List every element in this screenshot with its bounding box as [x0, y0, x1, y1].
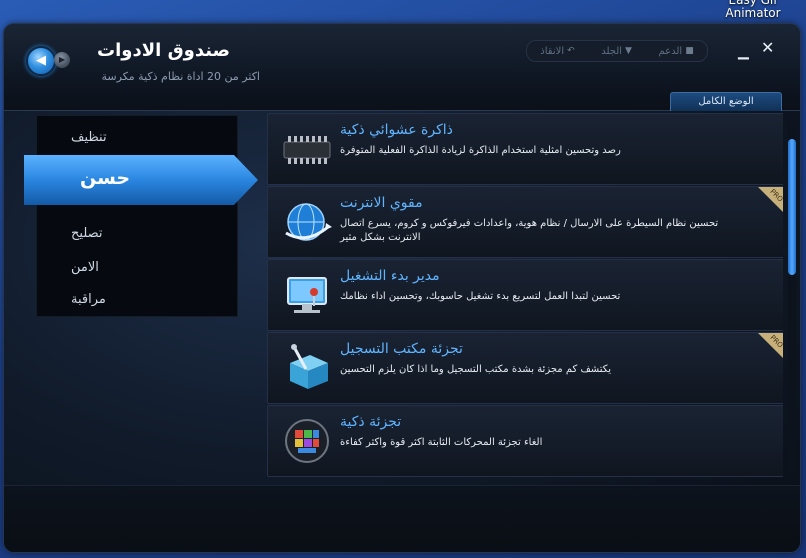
tool-item-internet-booster[interactable]: مقوي الانترنت تحسين نظام السيطرة على الا…: [267, 186, 783, 258]
sidebar-item-optimize[interactable]: حسن: [24, 155, 258, 205]
back-arrow-icon: ◀: [36, 53, 46, 68]
tool-description: تحسين نظام السيطرة على الارسال / نظام هو…: [340, 218, 719, 243]
forward-arrow-icon: ▶: [58, 55, 66, 64]
top-links-bar: ■ الدعم ▼ الجلد ↶ الانقاذ: [526, 40, 708, 62]
tool-title: مقوي الانترنت: [340, 195, 423, 211]
shirt-icon: ▼: [625, 46, 632, 56]
tool-list: ذاكرة عشوائي ذكية رصد وتحسين امثلية استخ…: [267, 113, 783, 477]
tool-title: مدير بدء التشغيل: [340, 268, 440, 284]
footer-area: [4, 485, 800, 552]
tool-item-registry-defrag[interactable]: تجزئة مكتب التسجيل يكتشف كم مجزئة بشدة م…: [267, 332, 783, 404]
title-bar: ◀ ▶ صندوق الادوات اكثر من 20 اداة نظام ذ…: [4, 24, 800, 111]
tool-description: يكتشف كم مجزئة بشدة مكتب التسجيل وما اذا…: [340, 364, 612, 375]
sidebar-item-security[interactable]: الامن: [37, 256, 237, 280]
back-button[interactable]: ◀: [26, 46, 56, 76]
scrollbar-thumb[interactable]: [788, 139, 796, 275]
support-icon: ■: [685, 46, 694, 56]
defrag-disk-icon: [285, 419, 329, 463]
close-button[interactable]: ✕: [761, 38, 779, 57]
pro-badge: PRO: [758, 187, 783, 212]
registry-cube-icon: [290, 344, 328, 389]
skin-link[interactable]: ▼ الجلد: [601, 46, 632, 57]
tool-description: رصد وتحسين امثلية استخدام الذاكرة لزيادة…: [340, 145, 621, 156]
tool-item-startup-manager[interactable]: مدير بدء التشغيل تحسين لتبدا العمل لتسري…: [267, 259, 783, 331]
pro-badge: PRO: [758, 333, 783, 358]
undo-icon: ↶: [567, 46, 575, 56]
active-tab-highlight: [24, 155, 258, 205]
tool-item-smart-ram[interactable]: ذاكرة عشوائي ذكية رصد وتحسين امثلية استخ…: [267, 113, 783, 185]
tool-title: تجزئة مكتب التسجيل: [340, 341, 463, 357]
globe-icon: [285, 203, 332, 241]
forward-button[interactable]: ▶: [54, 52, 70, 68]
tool-description: تحسين لتبدا العمل لتسريع بدء تشغيل حاسوب…: [340, 291, 621, 302]
app-subtitle: اكثر من 20 اداة نظام ذكية مكرسة: [101, 70, 260, 83]
support-link[interactable]: ■ الدعم: [659, 46, 694, 57]
tool-title: تجزئة ذكية: [340, 414, 402, 430]
rescue-link[interactable]: ↶ الانقاذ: [540, 46, 574, 57]
sidebar-item-repair[interactable]: تصليح: [37, 222, 237, 246]
tool-list-scrollbar[interactable]: [788, 125, 796, 475]
minimize-button[interactable]: ▁: [738, 44, 754, 62]
monitor-icon: [287, 277, 327, 313]
toolbox-window: ◀ ▶ صندوق الادوات اكثر من 20 اداة نظام ذ…: [4, 24, 800, 552]
main-content: تنظيف تصليح الامن مراقبة حسن ذاكرة عشوائ…: [4, 111, 800, 552]
sidebar-item-clean[interactable]: تنظيف: [37, 126, 237, 150]
tool-description: الغاء تجزئة المحركات الثابتة اكثر قوة وا…: [340, 437, 543, 448]
tool-item-smart-defrag[interactable]: تجزئة ذكية الغاء تجزئة المحركات الثابتة …: [267, 405, 783, 477]
tab-full-mode[interactable]: الوضع الكامل: [670, 92, 782, 111]
sidebar-item-monitor[interactable]: مراقبة: [37, 288, 237, 312]
category-sidebar: تنظيف تصليح الامن مراقبة: [36, 115, 238, 317]
desktop-icon-label[interactable]: Easy Gif Animator: [708, 0, 798, 20]
tool-title: ذاكرة عشوائي ذكية: [340, 122, 453, 138]
ram-chip-icon: [283, 136, 331, 164]
app-title: صندوق الادوات: [97, 40, 230, 61]
